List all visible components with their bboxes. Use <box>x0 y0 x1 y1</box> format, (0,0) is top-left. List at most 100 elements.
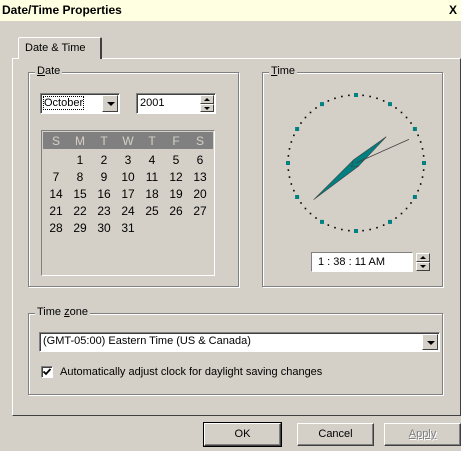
calendar-day[interactable]: 9 <box>93 170 115 184</box>
title-bar[interactable]: Date/Time Properties X <box>0 0 461 22</box>
hour-tick <box>388 219 392 224</box>
date-time-properties-window: Date/Time Properties X Date & Time Date … <box>0 0 461 451</box>
date-group-label: Date <box>35 65 63 77</box>
calendar-day[interactable]: 23 <box>93 204 115 218</box>
calendar-day[interactable]: 13 <box>189 170 211 184</box>
time-decrement-button[interactable] <box>416 262 430 271</box>
timezone-value: (GMT-05:00) Eastern Time (US & Canada) <box>43 335 251 347</box>
time-value: 1 : 38 : 11 AM <box>318 256 386 268</box>
minute-tick <box>315 107 317 109</box>
apply-button[interactable]: Apply <box>384 423 461 446</box>
minute-tick <box>290 183 293 185</box>
calendar-day[interactable]: 24 <box>117 204 139 218</box>
calendar-day[interactable]: 30 <box>93 221 115 235</box>
calendar-day[interactable]: 20 <box>189 187 211 201</box>
calendar-day[interactable]: 29 <box>69 221 91 235</box>
minute-tick <box>290 141 293 143</box>
calendar-day[interactable]: 6 <box>189 153 211 167</box>
calendar-day[interactable]: 5 <box>165 153 187 167</box>
minute-tick <box>400 111 403 114</box>
minute-tick <box>288 176 291 178</box>
calendar-day[interactable]: 22 <box>69 204 91 218</box>
calendar-day[interactable]: 26 <box>165 204 187 218</box>
calendar-day[interactable]: 11 <box>141 170 163 184</box>
minute-tick <box>369 228 371 231</box>
month-dropdown-button[interactable] <box>102 95 118 112</box>
minute-tick <box>293 189 295 192</box>
tab-date-time[interactable]: Date & Time <box>18 37 102 59</box>
minute-tick <box>304 207 307 210</box>
minute-tick <box>287 155 290 157</box>
hour-tick <box>286 161 290 165</box>
calendar-day[interactable]: 8 <box>69 170 91 184</box>
dst-checkbox[interactable] <box>41 366 53 378</box>
weekday-header: M <box>75 134 85 148</box>
minute-tick <box>315 217 317 219</box>
weekday-header: F <box>172 134 180 148</box>
calendar-weekday-header: S M TWT F S <box>43 132 213 149</box>
month-select[interactable]: October <box>40 93 120 114</box>
close-button[interactable]: X <box>449 2 461 18</box>
minute-tick <box>410 202 412 204</box>
minute-tick <box>405 207 408 210</box>
minute-tick <box>287 169 290 171</box>
time-increment-button[interactable] <box>416 253 430 262</box>
calendar-day[interactable]: 2 <box>93 153 115 167</box>
timezone-select[interactable]: (GMT-05:00) Eastern Time (US & Canada) <box>39 332 440 352</box>
minute-tick <box>327 100 330 102</box>
ok-button[interactable]: OK <box>203 422 282 447</box>
calendar-day[interactable]: 18 <box>141 187 163 201</box>
year-stepper[interactable]: 2001 <box>136 93 216 114</box>
minute-tick <box>419 141 422 143</box>
arrow-down-icon <box>420 265 426 268</box>
minute-tick <box>341 228 343 231</box>
minute-tick <box>395 217 397 219</box>
minute-tick <box>421 148 424 150</box>
checkmark-icon <box>42 368 52 376</box>
minute-tick <box>376 97 378 100</box>
calendar-grid[interactable]: SMTWTFS 1 2 3 4 5 6 7 8 9 10 11 12 13 14 15 16 17 18 19 20 2… <box>41 130 215 276</box>
calendar-day[interactable]: 3 <box>117 153 139 167</box>
dst-checkbox-label[interactable]: Automatically adjust clock for daylight … <box>60 366 322 378</box>
minute-tick <box>348 229 350 232</box>
minute-tick <box>300 122 302 124</box>
calendar-day[interactable]: 12 <box>165 170 187 184</box>
calendar-day[interactable]: 28 <box>45 221 67 235</box>
calendar-day[interactable]: 1 <box>69 153 91 167</box>
year-increment-button[interactable] <box>200 95 214 104</box>
year-decrement-button[interactable] <box>200 103 214 112</box>
minute-tick <box>410 122 412 124</box>
calendar-day[interactable]: 21 <box>45 204 67 218</box>
timezone-group-label: Time zone <box>35 306 90 318</box>
time-stepper[interactable]: 1 : 38 : 11 AM <box>311 252 430 272</box>
time-spin-buttons <box>416 253 430 271</box>
calendar-day[interactable]: 7 <box>45 170 67 184</box>
calendar-day[interactable]: 10 <box>117 170 139 184</box>
calendar-day[interactable]: 17 <box>117 187 139 201</box>
tab-date-time-label: Date & Time <box>25 42 86 54</box>
calendar-day[interactable]: 27 <box>189 204 211 218</box>
minute-tick <box>369 95 371 98</box>
timezone-dropdown-button[interactable] <box>422 334 438 350</box>
hour-tick <box>320 219 324 224</box>
weekday-header: S <box>51 134 60 148</box>
calendar-day[interactable]: 14 <box>45 187 67 201</box>
calendar-day[interactable]: 16 <box>93 187 115 201</box>
month-value: October <box>42 96 85 110</box>
arrow-up-icon <box>420 256 426 259</box>
minute-tick <box>309 111 312 114</box>
hour-tick <box>320 102 324 107</box>
minute-tick <box>334 97 336 100</box>
calendar-day[interactable]: 4 <box>141 153 163 167</box>
minute-tick <box>348 94 350 97</box>
calendar-day[interactable]: 15 <box>69 187 91 201</box>
hour-tick <box>412 195 417 199</box>
minute-tick <box>327 224 330 226</box>
calendar-day[interactable]: 19 <box>165 187 187 201</box>
calendar-day[interactable]: 31 <box>117 221 139 235</box>
chevron-down-icon <box>107 102 115 106</box>
minute-tick <box>382 100 385 102</box>
hour-tick <box>354 93 358 97</box>
calendar-day[interactable]: 25 <box>141 204 163 218</box>
cancel-button[interactable]: Cancel <box>297 423 374 446</box>
